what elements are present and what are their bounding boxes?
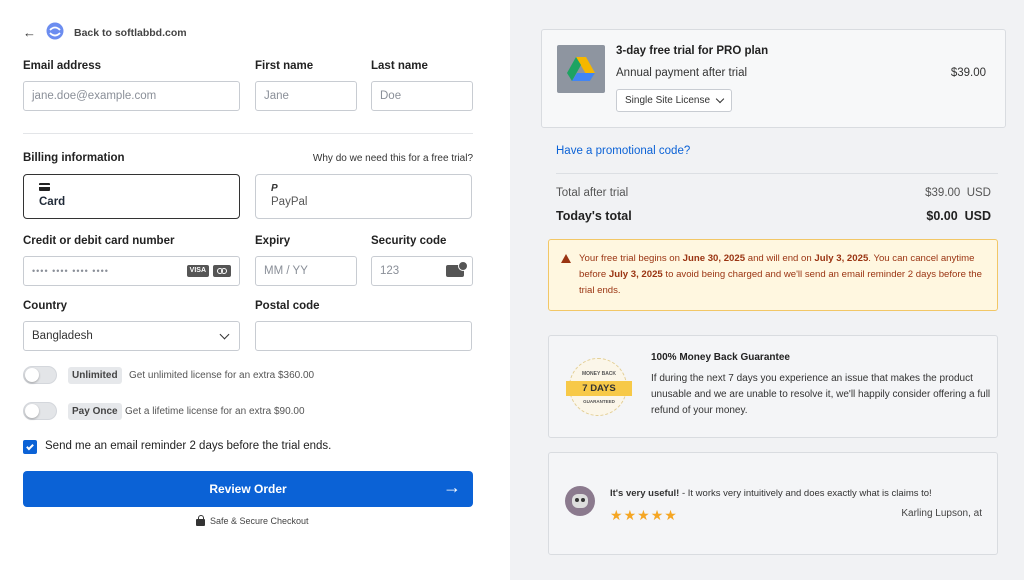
star-icon: ★ <box>650 507 665 523</box>
back-link[interactable]: ← Back to softlabbd.com <box>23 22 187 43</box>
warning-icon <box>561 254 571 263</box>
badge-main-text: 7 DAYS <box>566 381 632 396</box>
star-icon: ★ <box>610 507 624 523</box>
postal-code-field[interactable] <box>255 321 472 351</box>
first-name-label: First name <box>255 60 314 72</box>
arrow-left-icon: ← <box>23 25 36 40</box>
testimonial-bold: It's very useful! <box>610 488 680 499</box>
unlimited-text: Get unlimited license for an extra $360.… <box>129 370 315 381</box>
checkout-form-panel: ← Back to softlabbd.com Email address ja… <box>0 0 510 580</box>
payment-method-card[interactable]: Card <box>23 174 240 219</box>
brand-logo-icon <box>46 22 64 43</box>
expiry-placeholder: MM / YY <box>264 265 308 277</box>
security-code-label: Security code <box>371 235 447 247</box>
rating-stars: ★★★★★ <box>610 507 678 524</box>
back-link-label: Back to softlabbd.com <box>74 26 187 39</box>
badge-top-text: MONEY BACK <box>581 371 617 377</box>
postal-code-label: Postal code <box>255 300 320 312</box>
email-placeholder: jane.doe@example.com <box>32 90 157 102</box>
testimonial-quote: It's very useful! - It works very intuit… <box>610 488 932 499</box>
testimonial-author: Karling Lupson, at <box>901 508 982 519</box>
google-drive-logo-icon <box>557 45 605 93</box>
divider <box>556 173 998 174</box>
star-icon: ★ <box>664 507 678 523</box>
expiry-field[interactable]: MM / YY <box>255 256 357 286</box>
trial-notice: Your free trial begins on June 30, 2025 … <box>548 239 998 311</box>
arrow-right-icon: → <box>443 477 461 497</box>
pay-once-chip: Pay Once <box>68 403 122 420</box>
visa-icon: VISA <box>186 265 209 277</box>
testimonial-text: - It works very intuitively and does exa… <box>679 488 932 499</box>
security-code-field[interactable]: 123 <box>371 256 473 286</box>
chevron-down-icon <box>219 329 230 339</box>
promo-code-link[interactable]: Have a promotional code? <box>556 145 690 157</box>
email-field[interactable]: jane.doe@example.com <box>23 81 240 111</box>
expiry-label: Expiry <box>255 235 291 247</box>
chevron-down-icon <box>715 94 725 103</box>
product-title: 3-day free trial for PRO plan <box>616 45 769 57</box>
todays-total-label: Today's total <box>556 209 632 223</box>
card-number-label: Credit or debit card number <box>23 235 175 247</box>
checkmark-icon <box>26 442 34 450</box>
reminder-checkbox[interactable] <box>23 440 37 454</box>
license-select-value: Single Site License <box>625 95 711 106</box>
email-label: Email address <box>23 60 101 72</box>
notice-text: Your free trial begins on <box>579 253 683 264</box>
cancel-by-date: July 3, 2025 <box>608 269 663 280</box>
paypal-icon: P <box>271 183 278 194</box>
first-name-field[interactable]: Jane <box>255 81 357 111</box>
review-order-label: Review Order <box>209 482 287 496</box>
star-icon: ★ <box>623 507 638 523</box>
money-back-badge: MONEY BACK 7 DAYS GUARANTEED <box>566 358 632 416</box>
card-icon <box>39 183 50 191</box>
avatar <box>565 486 595 516</box>
lock-icon <box>196 515 205 526</box>
badge-bottom-text: GUARANTEED <box>583 399 615 404</box>
product-price: $39.00 <box>950 67 986 79</box>
todays-total-value: $0.00 USD <box>926 209 991 223</box>
star-icon: ★ <box>637 507 651 523</box>
why-link[interactable]: Why do we need this for a free trial? <box>313 153 473 164</box>
secure-checkout-text: Safe & Secure Checkout <box>210 516 309 526</box>
reminder-label: Send me an email reminder 2 days before … <box>45 440 332 452</box>
cvc-card-icon <box>446 261 468 277</box>
pay-once-toggle[interactable] <box>23 402 57 420</box>
total-after-trial-value: $39.00 USD <box>925 187 991 199</box>
pay-once-text: Get a lifetime license for an extra $90.… <box>125 406 305 417</box>
notice-text: and will end on <box>745 253 815 264</box>
secure-checkout: Safe & Secure Checkout <box>196 515 309 526</box>
billing-label: Billing information <box>23 152 125 164</box>
product-card: 3-day free trial for PRO plan Annual pay… <box>541 29 1006 128</box>
trial-end-date: July 3, 2025 <box>814 253 869 264</box>
review-order-button[interactable]: Review Order → <box>23 471 473 507</box>
mastercard-icon <box>213 265 231 277</box>
order-summary-panel: 3-day free trial for PRO plan Annual pay… <box>510 0 1024 580</box>
payment-method-paypal[interactable]: P PayPal <box>255 174 472 219</box>
guarantee-card: MONEY BACK 7 DAYS GUARANTEED 100% Money … <box>548 335 998 438</box>
divider <box>23 133 473 134</box>
license-select[interactable]: Single Site License <box>616 89 732 112</box>
country-value: Bangladesh <box>32 330 93 342</box>
last-name-label: Last name <box>371 60 428 72</box>
total-after-trial-label: Total after trial <box>556 187 629 199</box>
last-name-field[interactable]: Doe <box>371 81 473 111</box>
card-number-placeholder: •••• •••• •••• •••• <box>32 266 109 276</box>
unlimited-chip: Unlimited <box>68 367 122 384</box>
card-method-label: Card <box>39 196 66 208</box>
testimonial-card: It's very useful! - It works very intuit… <box>548 452 998 555</box>
paypal-method-label: PayPal <box>271 196 308 208</box>
product-subtitle: Annual payment after trial <box>616 67 748 79</box>
guarantee-title: 100% Money Back Guarantee <box>651 352 790 363</box>
card-brands: VISA <box>186 265 231 277</box>
first-name-placeholder: Jane <box>264 90 289 102</box>
trial-start-date: June 30, 2025 <box>682 253 746 264</box>
unlimited-toggle[interactable] <box>23 366 57 384</box>
guarantee-text: If during the next 7 days you experience… <box>651 373 991 416</box>
card-number-field[interactable]: •••• •••• •••• •••• VISA <box>23 256 240 286</box>
security-code-placeholder: 123 <box>380 265 400 277</box>
last-name-placeholder: Doe <box>380 90 402 102</box>
country-label: Country <box>23 300 68 312</box>
country-select[interactable]: Bangladesh <box>23 321 240 351</box>
